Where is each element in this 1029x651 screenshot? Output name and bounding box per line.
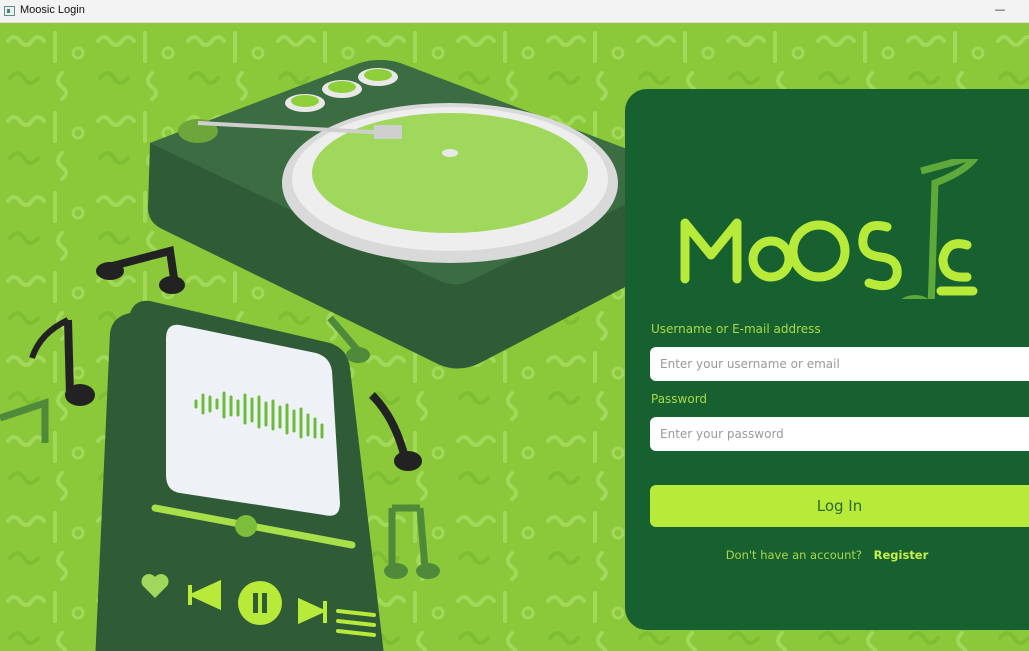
minimize-button[interactable]: — [993,0,1007,22]
register-row: Don't have an account? Register [625,548,1029,562]
login-screen: Username or E-mail address Password Log … [0,23,1029,651]
window-title: Moosic Login [20,4,85,16]
window-titlebar: Moosic Login — [0,0,1029,23]
register-prompt: Don't have an account? [725,548,862,562]
moosic-logo [680,159,979,299]
login-panel: Username or E-mail address Password Log … [625,89,1029,630]
password-label: Password [651,392,708,406]
phone-illustration [95,300,384,651]
password-input[interactable] [650,417,1029,451]
app-window-icon [4,6,15,16]
register-link[interactable]: Register [874,548,929,562]
login-button[interactable]: Log In [650,485,1029,527]
username-input[interactable] [650,347,1029,381]
pause-icon [238,581,282,625]
username-label: Username or E-mail address [651,322,821,336]
